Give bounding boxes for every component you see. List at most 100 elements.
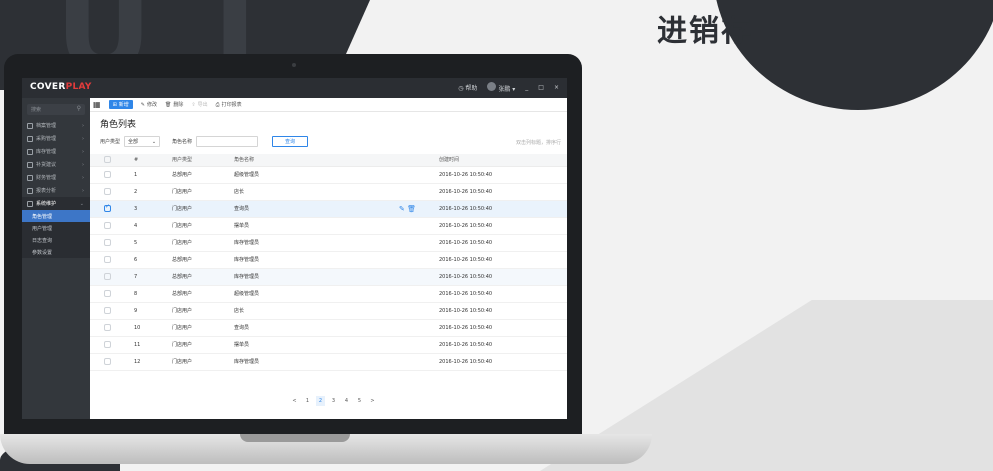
table-row[interactable]: 8 总部用户 超级管理员 2016-10-26 10:50:40 — [90, 285, 567, 303]
table-row[interactable]: 5 门店用户 库存管理员 2016-10-26 10:50:40 — [90, 234, 567, 252]
row-user-type: 门店用户 — [172, 319, 234, 337]
sidebar-search[interactable]: 搜索 ⚲ — [27, 104, 85, 115]
minimize-button[interactable]: _ — [525, 84, 528, 91]
maximize-button[interactable]: □ — [538, 84, 544, 91]
row-actions-cell — [399, 234, 439, 252]
row-role-name: 库存管理员 — [234, 268, 399, 286]
print-button[interactable]: ⎙ 打印报表 — [216, 101, 242, 109]
user-type-select[interactable]: 全部 ⌄ — [124, 136, 161, 147]
sidebar-item-replenish[interactable]: 补货建议 › — [22, 158, 90, 171]
sidebar-item-label: 补货建议 — [36, 162, 57, 168]
row-created-time: 2016-10-26 10:50:40 — [439, 319, 567, 337]
select-all-checkbox[interactable] — [104, 156, 111, 164]
row-checkbox[interactable] — [104, 358, 111, 365]
table-row[interactable]: 1 总部用户 超级管理员 2016-10-26 10:50:40 — [90, 166, 567, 184]
sidebar-item-system[interactable]: 系统维护 ⌄ — [22, 197, 90, 210]
trash-icon[interactable]: 🗑 — [407, 205, 416, 213]
row-index: 1 — [134, 166, 172, 184]
sidebar-item-label: 报表分析 — [36, 188, 57, 194]
query-button[interactable]: 查询 — [272, 136, 309, 147]
sidebar-item-label: 系统维护 — [36, 201, 57, 207]
table-row[interactable]: 10 门店用户 查询员 2016-10-26 10:50:40 — [90, 319, 567, 337]
sidebar-item-purchase[interactable]: 采购管理 › — [22, 132, 90, 145]
edit-button[interactable]: ✎ 修改 — [141, 101, 157, 109]
page-title: 角色列表 — [100, 120, 137, 130]
page-button[interactable]: 3 — [329, 396, 338, 406]
table-header: # 用户类型 角色名称 创建时间 — [90, 154, 567, 167]
row-checkbox[interactable] — [104, 307, 111, 314]
row-actions-cell — [399, 302, 439, 320]
row-checkbox[interactable] — [104, 290, 111, 297]
row-role-name: 店长 — [234, 302, 399, 320]
row-checkbox[interactable] — [104, 256, 111, 263]
sidebar-item-finance[interactable]: 财务管理 › — [22, 171, 90, 184]
row-checkbox-cell — [90, 234, 134, 252]
table-row[interactable]: 11 门店用户 摆单员 2016-10-26 10:50:40 — [90, 336, 567, 354]
filter-bar: 用户类型 全部 ⌄ 角色名称 查询 — [100, 136, 309, 147]
row-checkbox[interactable] — [104, 188, 111, 195]
sidebar-subitem-params[interactable]: 参数设置 — [22, 246, 90, 258]
camera-dot — [292, 63, 296, 67]
row-checkbox[interactable] — [104, 324, 111, 331]
table-row[interactable]: 4 门店用户 摆单员 2016-10-26 10:50:40 — [90, 217, 567, 235]
row-checkbox-cell — [90, 268, 134, 286]
folder-icon — [27, 122, 33, 129]
role-name-input[interactable] — [196, 136, 259, 147]
row-checkbox[interactable] — [104, 341, 111, 348]
table-row[interactable]: 7 总部用户 库存管理员 2016-10-26 10:50:40 — [90, 268, 567, 286]
chevron-down-icon: ⌄ — [151, 138, 157, 145]
new-button-label: 新增 — [118, 102, 129, 108]
chevron-right-icon: › — [82, 148, 84, 155]
main-content: ▦ ⊞ 新增 ✎ 修改 🗑 删除 ⇪ 导出 ⎙ 打印报表 角色列表 用户类型 全部 ⌄ 角色… — [90, 98, 567, 419]
sidebar-subitem-users[interactable]: 用户管理 — [22, 222, 90, 234]
page-button-current[interactable]: 2 — [316, 396, 325, 406]
table-row[interactable]: 9 门店用户 店长 2016-10-26 10:50:40 — [90, 302, 567, 320]
table-row[interactable]: 12 门店用户 库存管理员 2016-10-26 10:50:40 — [90, 353, 567, 371]
row-checkbox[interactable] — [104, 239, 111, 246]
table-row[interactable]: 3门店用户查询员✎ 🗑2016-10-26 10:50:40 — [90, 200, 567, 218]
row-actions-cell — [399, 183, 439, 201]
chevron-right-icon: › — [82, 122, 84, 129]
page-button[interactable]: 1 — [303, 396, 312, 406]
user-menu[interactable]: 张鹏 ▾ — [487, 82, 515, 93]
row-created-time: 2016-10-26 10:50:40 — [439, 302, 567, 320]
page-prev-button[interactable]: < — [290, 396, 299, 406]
row-checkbox[interactable] — [104, 222, 111, 229]
row-user-type: 总部用户 — [172, 268, 234, 286]
row-created-time: 2016-10-26 10:50:40 — [439, 251, 567, 269]
grid-menu-icon[interactable]: ▦ — [93, 100, 101, 109]
row-checkbox[interactable] — [104, 203, 111, 212]
page-button[interactable]: 5 — [355, 396, 364, 406]
chart-icon — [27, 187, 33, 194]
row-checkbox[interactable] — [104, 171, 111, 178]
new-button[interactable]: ⊞ 新增 — [108, 100, 133, 109]
close-button[interactable]: × — [554, 84, 559, 91]
row-checkbox[interactable] — [104, 273, 111, 280]
sidebar-item-archive[interactable]: 档案管理 › — [22, 119, 90, 132]
row-user-type: 总部用户 — [172, 251, 234, 269]
row-role-name: 库存管理员 — [234, 353, 399, 371]
sidebar: 搜索 ⚲ 档案管理 › 采购管理 › 库存管理 › 补货建议 › 财务管理 › 报表分析 ›… — [22, 98, 90, 419]
delete-button[interactable]: 🗑 删除 — [165, 101, 183, 109]
row-index: 11 — [134, 336, 172, 354]
edit-icon[interactable]: ✎ — [399, 205, 405, 213]
sidebar-subitem-roles[interactable]: 角色管理 — [22, 210, 90, 222]
topbar-actions: ◷ 帮助 张鹏 ▾ _ □ × — [458, 82, 559, 93]
refresh-icon — [27, 161, 33, 168]
row-created-time: 2016-10-26 10:50:40 — [439, 217, 567, 235]
row-index: 6 — [134, 251, 172, 269]
export-button-label: 导出 — [197, 102, 208, 108]
header-user-type: 用户类型 — [172, 154, 234, 167]
row-created-time: 2016-10-26 10:50:40 — [439, 234, 567, 252]
help-link[interactable]: ◷ 帮助 — [458, 83, 477, 92]
table-row[interactable]: 6 总部用户 库存管理员 2016-10-26 10:50:40 — [90, 251, 567, 269]
table-row[interactable]: 2 门店用户 店长 2016-10-26 10:50:40 — [90, 183, 567, 201]
page-next-button[interactable]: > — [368, 396, 377, 406]
sidebar-item-reports[interactable]: 报表分析 › — [22, 184, 90, 197]
sidebar-subitem-logs[interactable]: 日志查询 — [22, 234, 90, 246]
export-button[interactable]: ⇪ 导出 — [191, 101, 208, 109]
sidebar-item-inventory[interactable]: 库存管理 › — [22, 145, 90, 158]
sidebar-item-label: 档案管理 — [36, 123, 57, 129]
page-button[interactable]: 4 — [342, 396, 351, 406]
row-user-type: 门店用户 — [172, 353, 234, 371]
